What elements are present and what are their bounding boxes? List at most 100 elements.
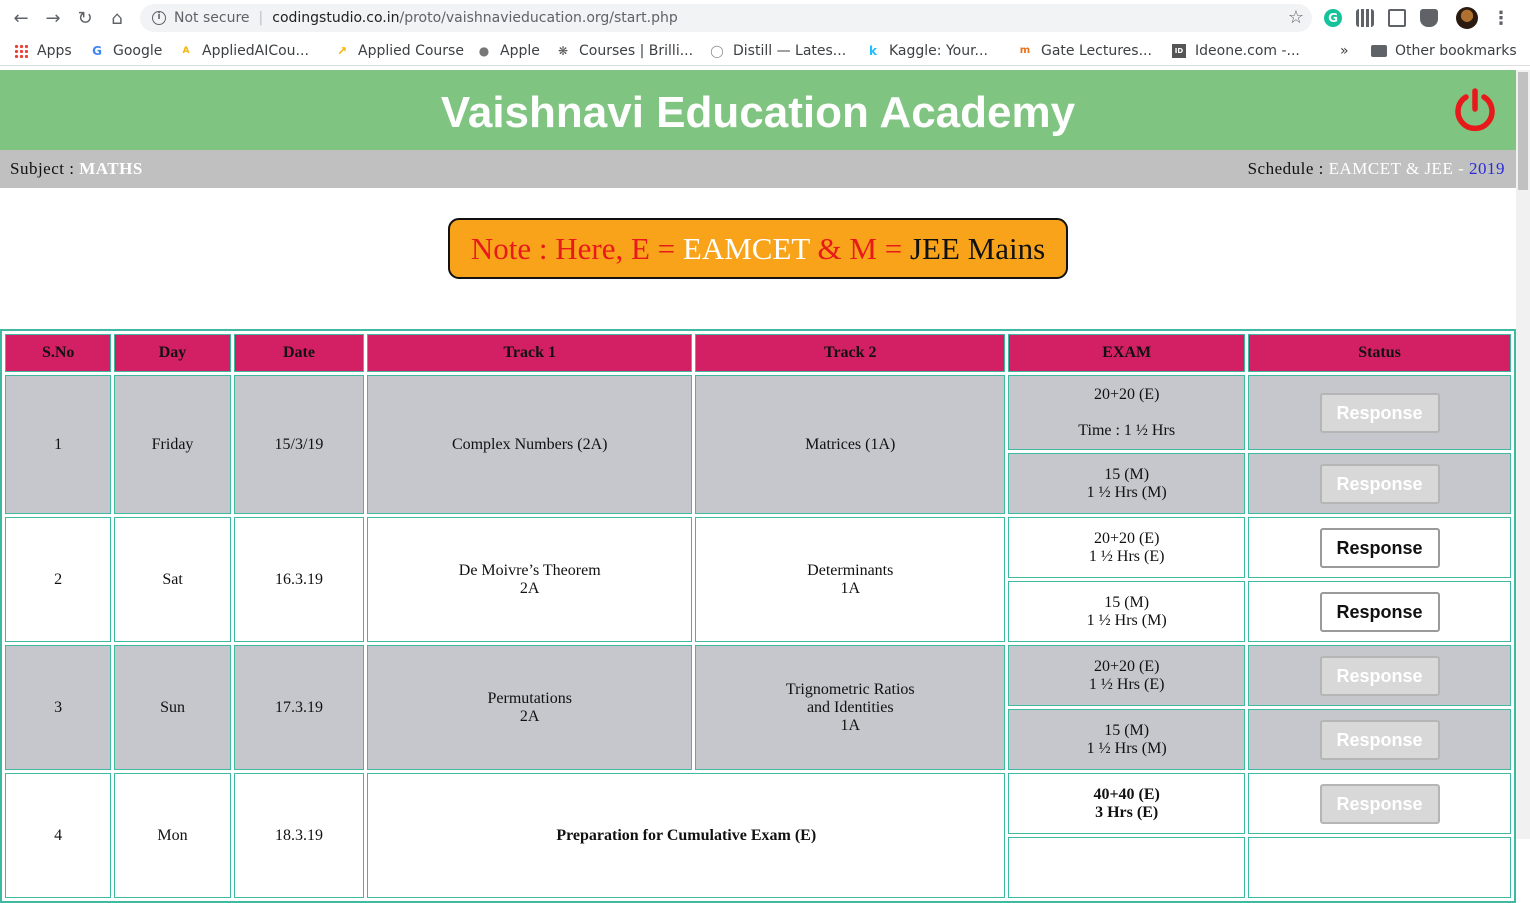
subject-bar: Subject : MATHS Schedule : EAMCET & JEE … — [0, 150, 1516, 188]
bookmark-label: Applied Course — [358, 43, 464, 59]
bookmark-label: Distill — Lates... — [733, 43, 847, 59]
grammarly-extension-icon[interactable]: G — [1324, 9, 1342, 27]
exam-m-cell — [1008, 837, 1246, 898]
column-header: Track 1 — [367, 334, 693, 372]
bookmark-label: Courses | Brilli... — [579, 43, 694, 59]
bookmark-label: Kaggle: Your... — [889, 43, 988, 59]
response-button[interactable]: Response — [1319, 783, 1440, 824]
apple-icon: ● — [478, 44, 490, 58]
ideone-icon: ID — [1172, 44, 1186, 58]
status-cell: Response — [1248, 581, 1511, 642]
folder-icon — [1371, 45, 1387, 57]
bookmark-kaggle[interactable]: k Kaggle: Your... — [866, 41, 988, 61]
bookmark-apps[interactable]: Apps — [14, 41, 72, 61]
bookmark-appliedai[interactable]: A AppliedAICou... — [179, 41, 309, 61]
sno-cell: 1 — [5, 375, 112, 514]
schedule-year: 2019 — [1469, 159, 1505, 178]
column-header: Track 2 — [695, 334, 1006, 372]
table-row: 3 Sun 17.3.19 Permutations 2A Trignometr… — [5, 645, 1511, 770]
sno-cell: 2 — [5, 517, 112, 642]
scrollbar-thumb[interactable] — [1518, 72, 1528, 190]
day-cell: Mon — [114, 773, 231, 898]
exam-time: 1 ½ Hrs (E) — [1088, 675, 1165, 693]
reload-icon[interactable]: ↻ — [69, 0, 101, 36]
status-cell: Response — [1248, 375, 1511, 450]
track1-cell: De Moivre’s Theorem 2A — [367, 517, 693, 642]
address-separator: | — [258, 10, 264, 26]
bookmark-label: Google — [113, 43, 163, 59]
exam-spacer — [1013, 404, 1240, 422]
cube-extension-icon[interactable] — [1388, 9, 1406, 27]
shield-extension-icon[interactable] — [1420, 9, 1438, 27]
track2-cell: Matrices (1A) — [695, 375, 1006, 514]
info-icon[interactable]: i — [152, 11, 166, 25]
subject-info: Subject : MATHS — [10, 159, 143, 179]
exam-marks: 20+20 (E) — [1093, 529, 1160, 547]
track2-cell: Trignometric Ratios and Identities 1A — [695, 645, 1006, 770]
track1-code: 2A — [519, 707, 540, 725]
note-box: Note : Here, E = EAMCET & M = JEE Mains — [448, 218, 1068, 279]
bookmark-star-icon[interactable]: ☆ — [1288, 7, 1304, 28]
bookmark-applied-course[interactable]: ↗ Applied Course — [335, 41, 464, 61]
exam-m-cell: 15 (M) 1 ½ Hrs (M) — [1008, 581, 1246, 642]
url-host: codingstudio.co.in — [272, 10, 400, 26]
bookmark-distill[interactable]: ◯ Distill — Lates... — [710, 41, 846, 61]
track2-code: 1A — [840, 716, 861, 734]
other-bookmarks[interactable]: Other bookmarks — [1371, 41, 1517, 61]
page-scrollbar[interactable] — [1516, 70, 1530, 839]
status-cell: Response — [1248, 709, 1511, 770]
track1-code: 2A — [519, 579, 540, 597]
exam-marks: 40+40 (E) — [1093, 785, 1160, 803]
exam-time: 1 ½ Hrs (M) — [1086, 739, 1167, 757]
sno-cell: 3 — [5, 645, 112, 770]
bookmark-brilliant[interactable]: ❋ Courses | Brilli... — [556, 41, 693, 61]
track2-text: Trignometric Ratios — [785, 680, 915, 698]
note-prefix: Note : Here, E = — [470, 231, 683, 266]
exam-time: 1 ½ Hrs (M) — [1086, 483, 1167, 501]
exam-time: 3 Hrs (E) — [1095, 803, 1159, 821]
distill-icon: ◯ — [710, 44, 724, 58]
exam-marks: 15 (M) — [1104, 593, 1150, 611]
bookmarks-overflow-button[interactable]: » — [1340, 41, 1349, 61]
browser-menu-icon[interactable]: ⋮ — [1492, 8, 1510, 29]
bookmark-ideone[interactable]: ID Ideone.com -... — [1172, 41, 1300, 61]
forward-icon[interactable]: → — [37, 0, 69, 36]
bookmark-google[interactable]: G Google — [90, 41, 162, 61]
status-cell — [1248, 837, 1511, 898]
response-button[interactable]: Response — [1319, 719, 1440, 760]
response-button[interactable]: Response — [1319, 527, 1440, 568]
address-bar[interactable]: i Not secure | codingstudio.co.in/proto/… — [140, 4, 1312, 32]
bookmark-label: AppliedAICou... — [202, 43, 309, 59]
response-button[interactable]: Response — [1319, 591, 1440, 632]
profile-avatar[interactable] — [1456, 7, 1478, 29]
bookmark-gate-lectures[interactable]: m Gate Lectures... — [1018, 41, 1152, 61]
exam-marks: 20+20 (E) — [1093, 385, 1160, 403]
column-header: Day — [114, 334, 231, 372]
back-icon[interactable]: ← — [5, 0, 37, 36]
status-cell: Response — [1248, 773, 1511, 834]
reader-extension-icon[interactable] — [1356, 9, 1374, 27]
applied-course-icon: ↗ — [336, 44, 348, 58]
response-button[interactable]: Response — [1319, 655, 1440, 696]
other-bookmarks-label: Other bookmarks — [1395, 43, 1517, 59]
bookmark-label: Apple — [500, 43, 540, 59]
date-cell: 18.3.19 — [233, 773, 365, 898]
exam-time: 1 ½ Hrs (M) — [1086, 611, 1167, 629]
page-title: Vaishnavi Education Academy — [440, 88, 1076, 137]
browser-toolbar: ← → ↻ ⌂ i Not secure | codingstudio.co.i… — [0, 0, 1530, 36]
response-button[interactable]: Response — [1319, 392, 1440, 433]
response-button[interactable]: Response — [1319, 463, 1440, 504]
power-icon[interactable] — [1452, 88, 1498, 134]
track2-code: 1A — [840, 579, 861, 597]
track1-cell: Complex Numbers (2A) — [367, 375, 693, 514]
home-icon[interactable]: ⌂ — [101, 0, 133, 36]
schedule-value: EAMCET & JEE - — [1328, 159, 1469, 178]
merged-track-cell: Preparation for Cumulative Exam (E) — [367, 773, 1006, 898]
bookmark-apple[interactable]: ● Apple — [477, 41, 540, 61]
table-row: 4 Mon 18.3.19 Preparation for Cumulative… — [5, 773, 1511, 898]
track1-text: De Moivre’s Theorem — [458, 561, 601, 579]
exam-time: 1 ½ Hrs (E) — [1088, 547, 1165, 565]
table-header-row: S.No Day Date Track 1 Track 2 EXAM Statu… — [5, 334, 1511, 372]
bookmark-label: Gate Lectures... — [1041, 43, 1152, 59]
subject-value: MATHS — [79, 159, 143, 178]
